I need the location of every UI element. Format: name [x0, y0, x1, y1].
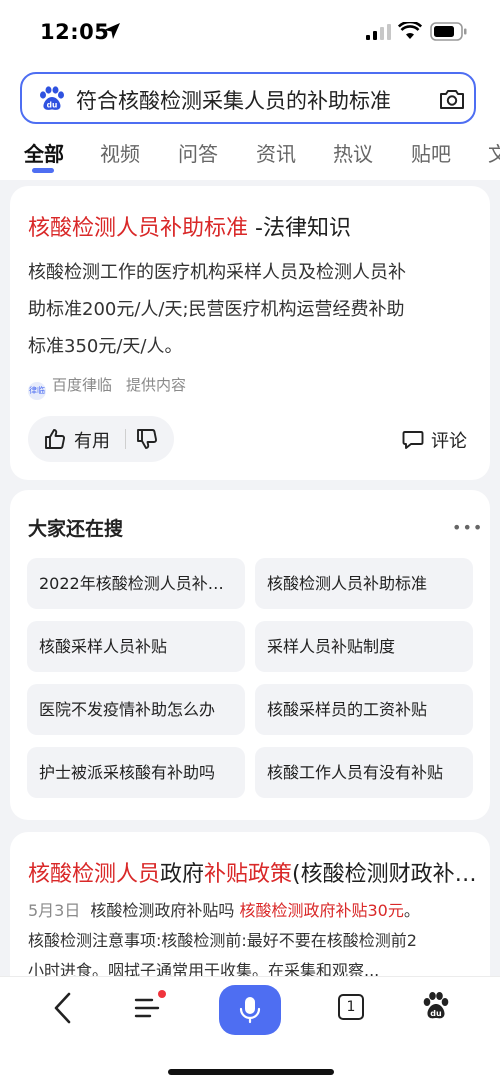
result-title-highlight[interactable]: 核酸检测人员: [28, 862, 160, 887]
source-logo-icon: 律临: [28, 382, 46, 400]
tab-news[interactable]: 资讯: [256, 138, 296, 167]
result-title[interactable]: 核酸检测人员政府补贴政策(核酸检测财政补贴): [28, 856, 478, 888]
active-tab-indicator: [32, 168, 54, 173]
result-snippet-line: 核酸检测注意事项:核酸检测前:最好不要在核酸检测前2: [28, 931, 417, 950]
related-search-chip[interactable]: 核酸检测人员补助标准: [255, 558, 473, 609]
clock: 12:05: [40, 20, 110, 44]
tab-tieba[interactable]: 贴吧: [411, 138, 451, 167]
snippet-text: 。: [403, 901, 420, 920]
result-title-suffix[interactable]: -法律知识: [248, 216, 351, 241]
result-title[interactable]: 核酸检测人员补助标准 -法律知识: [28, 210, 351, 242]
result-title-highlight[interactable]: 核酸检测人员补助标准: [28, 216, 248, 241]
voice-search-button[interactable]: [219, 985, 281, 1035]
search-box[interactable]: du 符合核酸检测采集人员的补助标准: [20, 72, 476, 124]
tab-discussion[interactable]: 热议: [333, 138, 373, 167]
feedback-divider: [125, 429, 126, 449]
battery-icon: [430, 22, 467, 41]
tab-qa[interactable]: 问答: [178, 138, 218, 167]
comment-button[interactable]: 评论: [402, 427, 467, 453]
menu-icon[interactable]: [133, 995, 161, 1021]
bottom-toolbar: 1 du: [0, 976, 500, 1082]
search-header: du 符合核酸检测采集人员的补助标准 全部 视频 问答 资讯 热议 贴吧 文: [0, 62, 500, 180]
status-bar: 12:05: [0, 0, 500, 62]
related-search-chip[interactable]: 医院不发疫情补助怎么办: [27, 684, 245, 735]
related-search-chip[interactable]: 核酸采样员的工资补贴: [255, 684, 473, 735]
home-indicator: [168, 1069, 334, 1075]
result-snippet-line: 标准350元/天/人。: [28, 336, 183, 357]
tab-bar: 全部 视频 问答 资讯 热议 贴吧 文: [0, 136, 500, 172]
tab-literature[interactable]: 文: [488, 138, 500, 167]
thumbs-down-icon[interactable]: [135, 427, 159, 451]
baidu-logo-icon: du: [40, 86, 64, 110]
more-options-icon[interactable]: •••: [452, 518, 483, 537]
snippet-highlight: 核酸检测政府补贴30元: [239, 901, 404, 920]
svg-text:du: du: [47, 101, 58, 110]
tab-all[interactable]: 全部: [24, 138, 64, 167]
baidu-paw-icon[interactable]: du: [421, 991, 451, 1021]
related-heading: 大家还在搜: [28, 518, 124, 540]
location-arrow-icon: [104, 23, 120, 39]
page-count-button[interactable]: 1: [338, 994, 364, 1020]
comment-label[interactable]: 评论: [431, 431, 467, 452]
source-provided-label: 提供内容: [126, 376, 187, 394]
useful-label[interactable]: 有用: [74, 427, 110, 453]
related-search-chip[interactable]: 采样人员补贴制度: [255, 621, 473, 672]
result-date: 5月3日: [28, 901, 81, 920]
related-search-chip[interactable]: 核酸采样人员补贴: [27, 621, 245, 672]
feedback-pill: 有用: [28, 416, 174, 462]
result-snippet-line: 核酸检测工作的医疗机构采样人员及检测人员补: [28, 262, 406, 283]
result-title-text[interactable]: 政府: [160, 862, 204, 887]
comment-icon: [402, 431, 424, 449]
microphone-icon: [239, 997, 261, 1024]
result-snippet-line: 助标准200元/人/天;民营医疗机构运营经费补助: [28, 299, 405, 320]
snippet-text: 核酸检测政府补贴吗: [90, 901, 240, 920]
related-search-chip[interactable]: 2022年核酸检测人员补贴标准: [27, 558, 245, 609]
svg-text:du: du: [430, 1009, 442, 1018]
thumbs-up-icon[interactable]: [43, 427, 67, 451]
back-icon[interactable]: [50, 991, 76, 1025]
wifi-icon: [398, 22, 422, 39]
cellular-signal-icon: [366, 24, 391, 40]
result-title-highlight[interactable]: 补贴政策: [204, 862, 292, 887]
result-snippet-line: 5月3日 核酸检测政府补贴吗 核酸检测政府补贴30元。: [28, 896, 474, 926]
related-searches-card: 大家还在搜 ••• 2022年核酸检测人员补贴标准 核酸检测人员补助标准 核酸采…: [10, 490, 490, 820]
related-search-chip[interactable]: 护士被派采核酸有补助吗: [27, 747, 245, 798]
related-search-chip[interactable]: 核酸工作人员有没有补贴: [255, 747, 473, 798]
result-source: 律临 百度律临 提供内容: [28, 374, 186, 400]
search-query[interactable]: 符合核酸检测采集人员的补助标准: [76, 85, 426, 115]
tab-video[interactable]: 视频: [100, 138, 140, 167]
result-title-text[interactable]: (核酸检测财政补贴): [292, 862, 478, 887]
result-card-legal[interactable]: 核酸检测人员补助标准 -法律知识 核酸检测工作的医疗机构采样人员及检测人员补 助…: [10, 186, 490, 480]
notification-dot: [158, 990, 166, 998]
source-name[interactable]: 百度律临: [52, 376, 112, 394]
camera-icon[interactable]: [438, 87, 466, 111]
